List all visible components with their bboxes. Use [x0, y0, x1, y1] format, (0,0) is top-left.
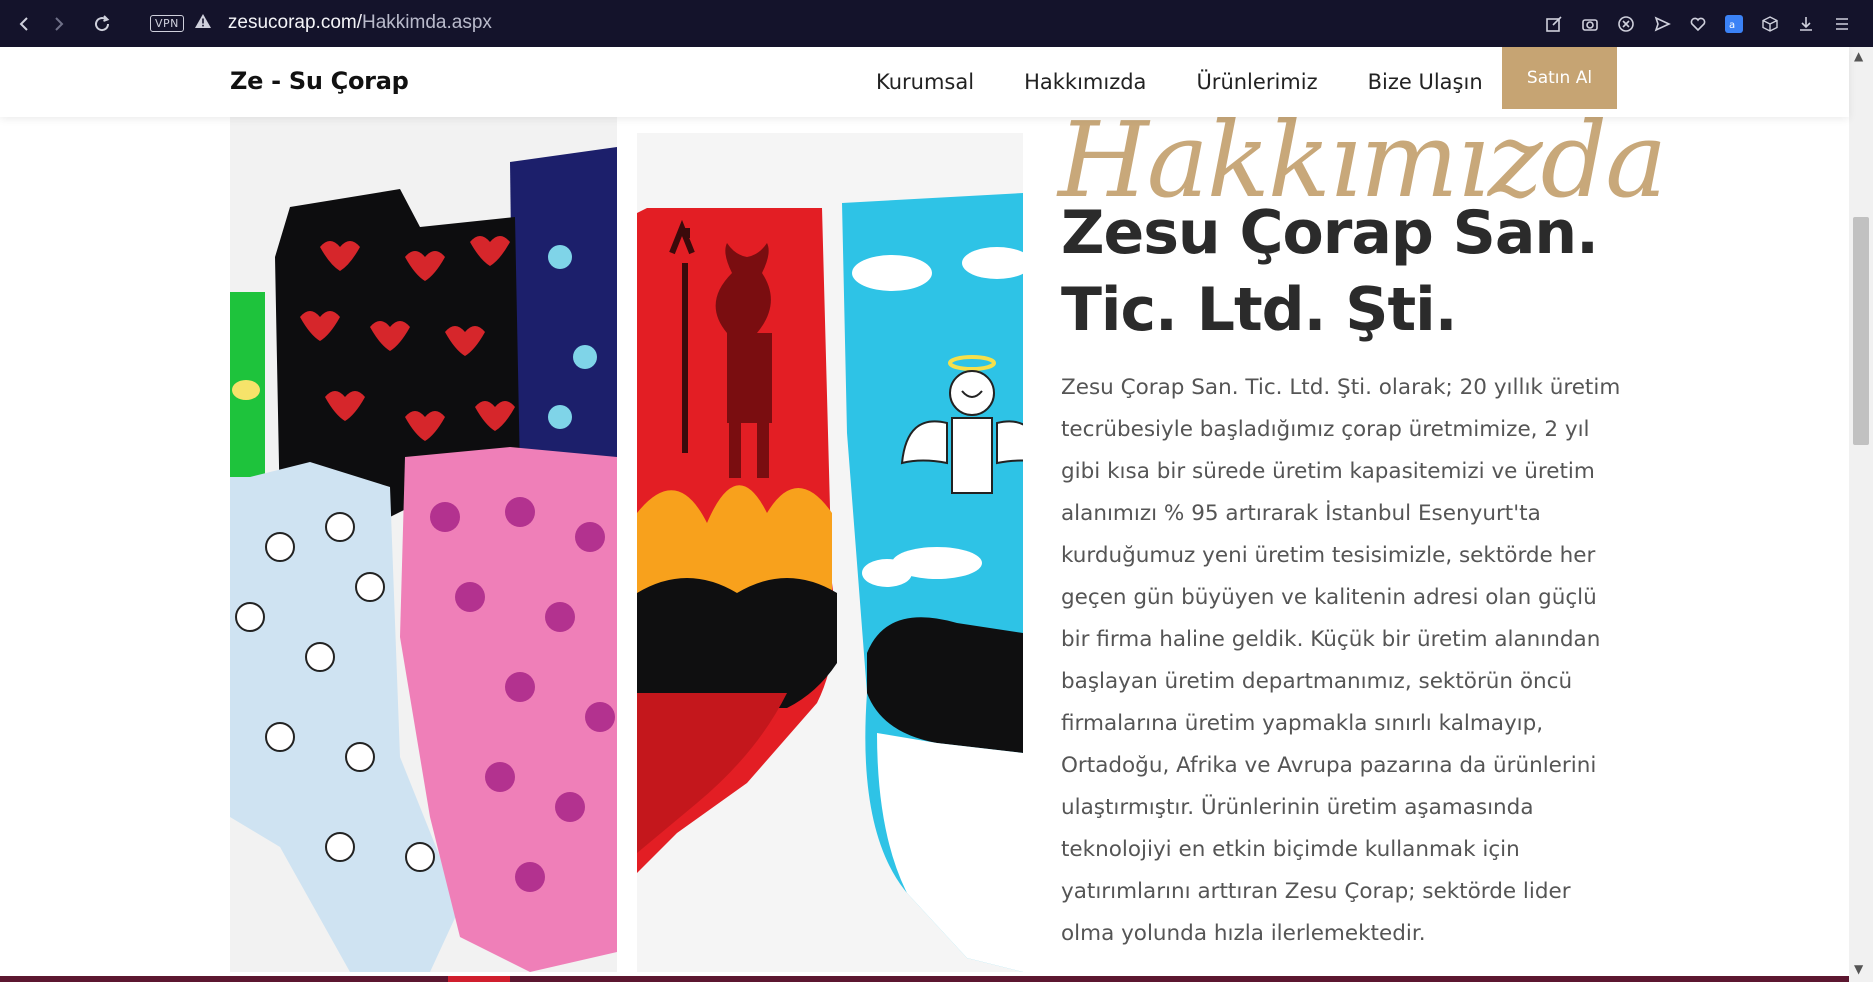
socks-image-right	[637, 133, 1023, 972]
socks-image-left	[230, 117, 617, 972]
about-text: Zesu Çorap San. Tic. Ltd. Şti. olarak; 2…	[1061, 375, 1621, 946]
scroll-up-icon[interactable]: ▲	[1854, 49, 1863, 63]
bottom-accent-strip	[0, 976, 1849, 982]
back-icon[interactable]	[10, 10, 38, 38]
browser-actions: a	[1543, 10, 1853, 38]
accent-mark	[448, 976, 510, 982]
reload-icon[interactable]	[88, 10, 116, 38]
cube-icon[interactable]	[1759, 13, 1781, 35]
vpn-badge[interactable]: VPN	[150, 14, 184, 32]
block-icon[interactable]	[1615, 13, 1637, 35]
page-viewport: Ze - Su Çorap Kurumsal Hakkımızda Ürünle…	[0, 47, 1873, 982]
nav-item-urunlerimiz[interactable]: Ürünlerimiz	[1196, 70, 1317, 94]
camera-icon[interactable]	[1579, 13, 1601, 35]
translate-icon[interactable]: a	[1723, 13, 1745, 35]
url-text[interactable]: zesucorap.com/Hakkimda.aspx	[228, 12, 492, 34]
browser-toolbar: VPN zesucorap.com/Hakkimda.aspx a	[0, 0, 1873, 47]
nav-item-bize-ulasin[interactable]: Bize Ulaşın	[1368, 70, 1483, 94]
scrollbar-thumb[interactable]	[1853, 217, 1869, 445]
address-bar[interactable]: VPN zesucorap.com/Hakkimda.aspx	[150, 8, 492, 38]
site-header: Ze - Su Çorap Kurumsal Hakkımızda Ürünle…	[0, 47, 1849, 117]
svg-text:a: a	[1729, 20, 1735, 31]
download-icon[interactable]	[1795, 13, 1817, 35]
company-title: Zesu Çorap San. Tic. Ltd. Şti.	[1061, 198, 1599, 345]
nav-item-kurumsal[interactable]: Kurumsal	[876, 70, 974, 94]
heart-icon[interactable]	[1687, 13, 1709, 35]
forward-icon[interactable]	[45, 10, 73, 38]
nav-item-hakkimizda[interactable]: Hakkımızda	[1024, 70, 1146, 94]
brand-logo[interactable]: Ze - Su Çorap	[230, 67, 409, 95]
buy-button[interactable]: Satın Al	[1502, 47, 1617, 109]
edit-icon[interactable]	[1543, 13, 1565, 35]
page-scrollbar[interactable]: ▲ ▼	[1849, 47, 1873, 982]
scroll-down-icon[interactable]: ▼	[1854, 962, 1863, 976]
main-nav: Kurumsal Hakkımızda Ürünlerimiz Bize Ula…	[876, 47, 1533, 117]
menu-icon[interactable]	[1831, 13, 1853, 35]
send-icon[interactable]	[1651, 13, 1673, 35]
warning-icon[interactable]	[194, 13, 212, 33]
